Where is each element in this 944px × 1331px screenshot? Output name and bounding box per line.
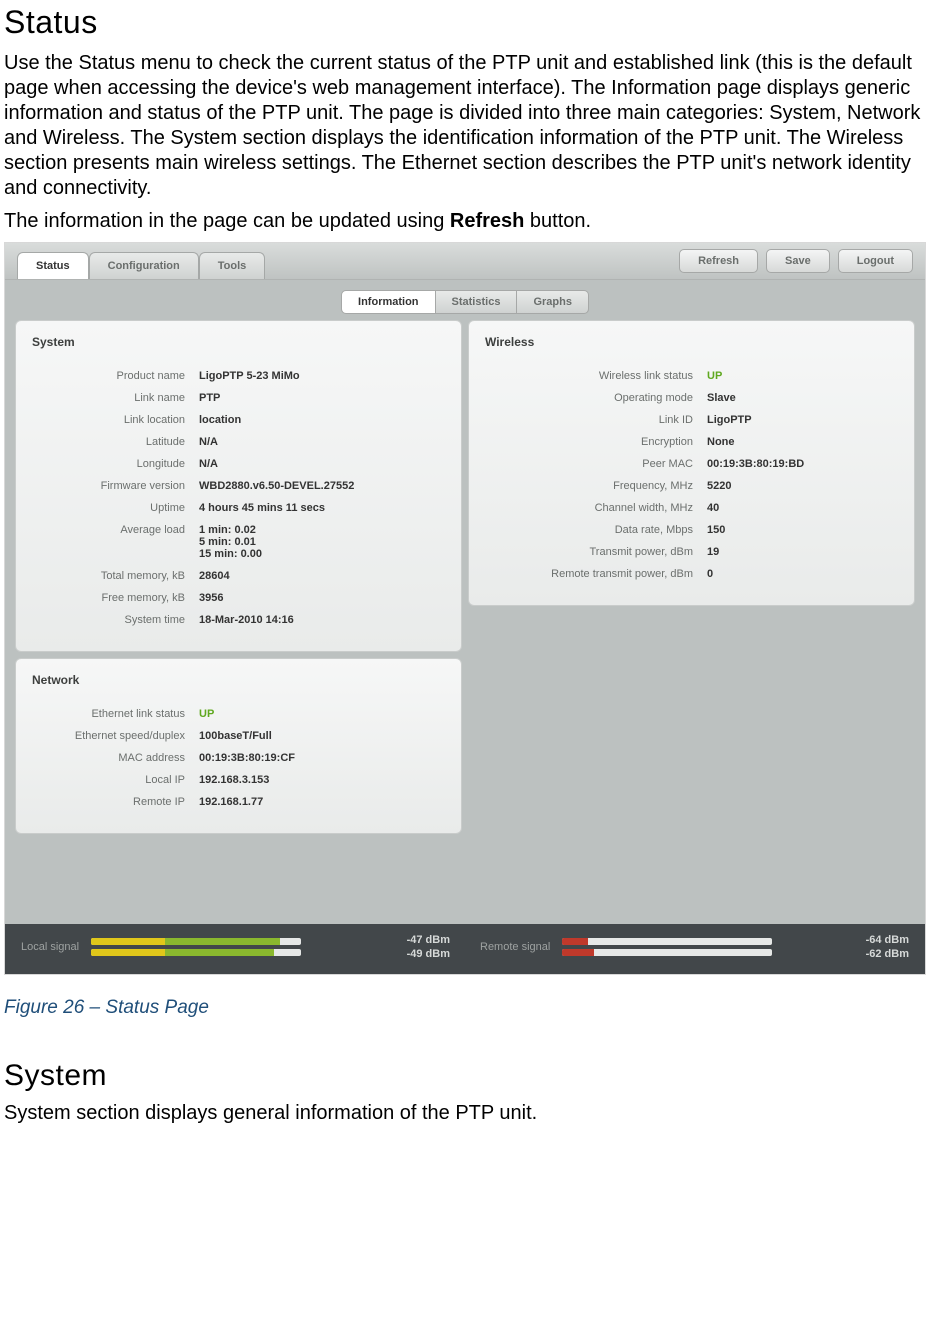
tab-configuration[interactable]: Configuration [89, 252, 199, 279]
value-link-name: PTP [199, 392, 220, 404]
value-link-location: location [199, 414, 241, 426]
value-total-mem: 28604 [199, 570, 230, 582]
local-signal-bars [91, 938, 395, 956]
label-data-rate: Data rate, Mbps [483, 524, 707, 536]
label-peer-mac: Peer MAC [483, 458, 707, 470]
label-system-time: System time [30, 614, 199, 626]
local-signal-label: Local signal [21, 941, 79, 953]
tab-tools[interactable]: Tools [199, 252, 266, 279]
system-panel-title: System [30, 331, 447, 365]
main-tabs: Status Configuration Tools [17, 251, 265, 278]
refresh-bold: Refresh [450, 210, 524, 232]
subtab-information[interactable]: Information [341, 290, 436, 314]
value-eth-status: UP [199, 708, 214, 720]
label-frequency: Frequency, MHz [483, 480, 707, 492]
label-eth-status: Ethernet link status [30, 708, 199, 720]
figure-caption: Figure 26 – Status Page [4, 997, 940, 1019]
label-firmware: Firmware version [30, 480, 199, 492]
value-local-ip: 192.168.3.153 [199, 774, 269, 786]
local-signal-values: -47 dBm -49 dBm [407, 934, 450, 960]
system-paragraph: System section displays general informat… [4, 1101, 940, 1126]
remote-signal-value-0: -64 dBm [866, 934, 909, 946]
value-remote-ip: 192.168.1.77 [199, 796, 263, 808]
value-remote-tx: 0 [707, 568, 713, 580]
value-frequency: 5220 [707, 480, 731, 492]
label-tx-power: Transmit power, dBm [483, 546, 707, 558]
value-peer-mac: 00:19:3B:80:19:BD [707, 458, 804, 470]
value-eth-speed: 100baseT/Full [199, 730, 272, 742]
label-uptime: Uptime [30, 502, 199, 514]
value-system-time: 18-Mar-2010 14:16 [199, 614, 294, 626]
value-op-mode: Slave [707, 392, 736, 404]
label-total-mem: Total memory, kB [30, 570, 199, 582]
label-wlink-status: Wireless link status [483, 370, 707, 382]
label-encryption: Encryption [483, 436, 707, 448]
label-op-mode: Operating mode [483, 392, 707, 404]
label-avg-load: Average load [30, 524, 199, 536]
remote-signal-group: Remote signal -64 dBm -62 dBm [480, 934, 909, 960]
refresh-button[interactable]: Refresh [679, 249, 758, 273]
label-chan-width: Channel width, MHz [483, 502, 707, 514]
sub-tab-row: Information Statistics Graphs [5, 280, 925, 320]
label-link-id: Link ID [483, 414, 707, 426]
refresh-text-post: button. [524, 210, 591, 232]
action-buttons: Refresh Save Logout [679, 249, 913, 273]
subtab-graphs[interactable]: Graphs [517, 290, 589, 314]
label-link-location: Link location [30, 414, 199, 426]
label-remote-ip: Remote IP [30, 796, 199, 808]
wireless-panel-title: Wireless [483, 331, 900, 365]
label-product-name: Product name [30, 370, 199, 382]
value-uptime: 4 hours 45 mins 11 secs [199, 502, 325, 514]
value-longitude: N/A [199, 458, 218, 470]
bottom-spacer [5, 844, 925, 924]
refresh-text-pre: The information in the page can be updat… [4, 210, 450, 232]
value-encryption: None [707, 436, 735, 448]
signal-bar: Local signal -47 dBm -49 dBm Remote sign… [5, 924, 925, 974]
system-panel: System Product nameLigoPTP 5-23 MiMo Lin… [15, 320, 462, 652]
local-signal-value-1: -49 dBm [407, 948, 450, 960]
label-mac: MAC address [30, 752, 199, 764]
local-signal-value-0: -47 dBm [407, 934, 450, 946]
refresh-paragraph: The information in the page can be updat… [4, 209, 940, 234]
value-avg-load: 1 min: 0.02 5 min: 0.01 15 min: 0.00 [199, 524, 262, 560]
sub-tabs: Information Statistics Graphs [341, 290, 589, 314]
value-link-id: LigoPTP [707, 414, 752, 426]
local-signal-group: Local signal -47 dBm -49 dBm [21, 934, 450, 960]
value-tx-power: 19 [707, 546, 719, 558]
subtab-statistics[interactable]: Statistics [436, 290, 518, 314]
label-eth-speed: Ethernet speed/duplex [30, 730, 199, 742]
value-data-rate: 150 [707, 524, 725, 536]
save-button[interactable]: Save [766, 249, 830, 273]
value-product-name: LigoPTP 5-23 MiMo [199, 370, 300, 382]
tab-status[interactable]: Status [17, 252, 89, 279]
intro-paragraph: Use the Status menu to check the current… [4, 51, 940, 201]
value-firmware: WBD2880.v6.50-DEVEL.27552 [199, 480, 354, 492]
status-screenshot: Status Configuration Tools Refresh Save … [4, 242, 926, 975]
remote-signal-values: -64 dBm -62 dBm [866, 934, 909, 960]
value-free-mem: 3956 [199, 592, 223, 604]
value-mac: 00:19:3B:80:19:CF [199, 752, 295, 764]
heading-system: System [4, 1059, 940, 1093]
network-panel-title: Network [30, 669, 447, 703]
value-latitude: N/A [199, 436, 218, 448]
remote-signal-label: Remote signal [480, 941, 550, 953]
label-link-name: Link name [30, 392, 199, 404]
label-remote-tx: Remote transmit power, dBm [483, 568, 707, 580]
panels-area: System Product nameLigoPTP 5-23 MiMo Lin… [5, 320, 925, 844]
heading-status: Status [4, 4, 940, 41]
label-local-ip: Local IP [30, 774, 199, 786]
logout-button[interactable]: Logout [838, 249, 913, 273]
label-latitude: Latitude [30, 436, 199, 448]
remote-signal-bars [562, 938, 853, 956]
wireless-panel: Wireless Wireless link statusUP Operatin… [468, 320, 915, 606]
label-longitude: Longitude [30, 458, 199, 470]
value-chan-width: 40 [707, 502, 719, 514]
network-panel: Network Ethernet link statusUP Ethernet … [15, 658, 462, 834]
label-free-mem: Free memory, kB [30, 592, 199, 604]
remote-signal-value-1: -62 dBm [866, 948, 909, 960]
top-toolbar: Status Configuration Tools Refresh Save … [5, 243, 925, 280]
value-wlink-status: UP [707, 370, 722, 382]
